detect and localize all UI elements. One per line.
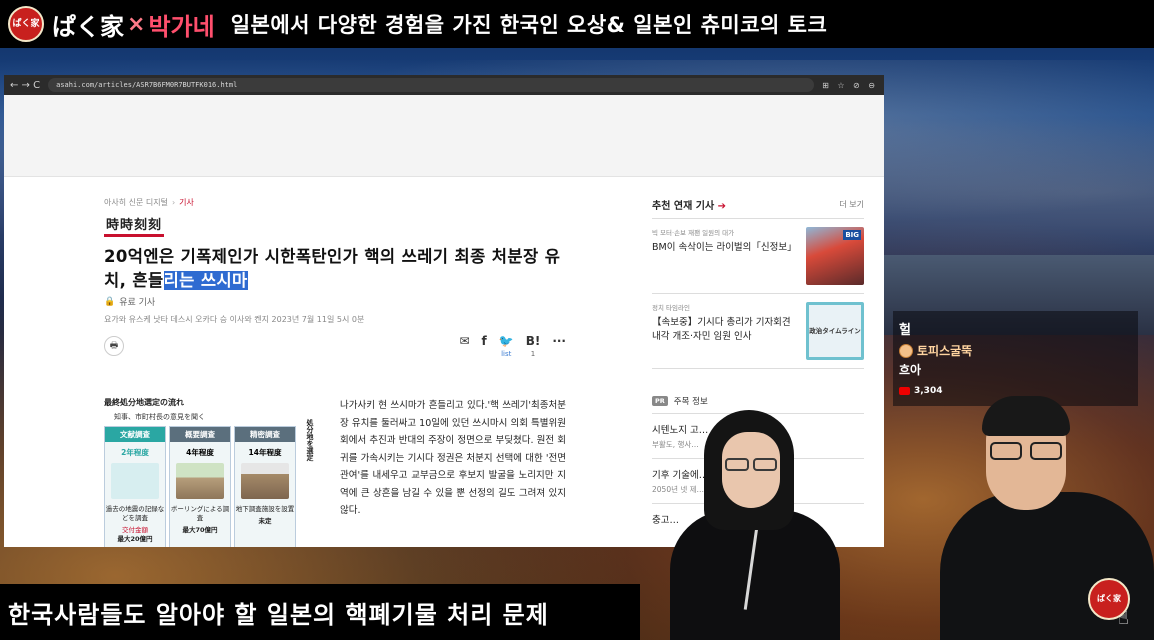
pointer-cursor-icon: ☝	[1118, 608, 1129, 629]
hatena-bookmark-icon[interactable]: B!	[526, 334, 541, 348]
share-row: 🖶 ✉ f 🐦 list B! 1 ···	[104, 334, 566, 358]
chat-message: 흐아	[899, 363, 922, 377]
twitter-share[interactable]: 🐦 list	[499, 334, 514, 358]
chat-username: 토피스굴뚝	[917, 344, 973, 358]
figure-column-cost: 最大70億円	[182, 526, 218, 534]
viewer-count-value: 3,304	[914, 386, 943, 396]
toolbar-icons[interactable]: ⊞ ☆ ⊘ ⊖	[822, 81, 878, 90]
figure-column-head: 概要調査	[170, 427, 230, 442]
figure-column-cost: 未定	[258, 517, 272, 525]
brand-part1: ぱく家	[52, 12, 124, 41]
youtube-icon	[899, 387, 910, 395]
more-icon[interactable]: ···	[552, 334, 566, 348]
print-icon[interactable]: 🖶	[104, 336, 124, 356]
browser-toolbar: ← → C asahi.com/articles/ASR7B6FM0R7BUTF…	[4, 75, 884, 95]
pr-label: 주목 정보	[673, 397, 708, 407]
figure-column-cost: 交付金額 最大20億円	[117, 526, 153, 543]
figure-column-1: 文献調査 2年程度 過去の地震の記録などを調査 交付金額 最大20億円	[104, 426, 166, 547]
chat-user-row: 토피스굴뚝	[899, 342, 1132, 359]
figure-column-desc: 過去の地震の記録などを調査	[105, 505, 165, 522]
figure-side-label: 処分地を選定	[306, 419, 314, 461]
top-banner: ぱく家 ぱく家 × 박가네 일본에서 다양한 경험을 가진 한국인 오상& 일본…	[0, 0, 1154, 48]
pr-badge: PR	[652, 396, 668, 406]
channel-logo: ぱく家	[8, 6, 44, 42]
breadcrumb: 아사히 신문 디지털 › 기사	[104, 198, 194, 207]
figure-column-3: 精密調査 14年程度 地下調査施設を設置 未定	[234, 426, 296, 547]
figure-column-2: 概要調査 4年程度 ボーリングによる調査 最大70億円	[169, 426, 231, 547]
live-chat-overlay: 헐 토피스굴뚝 흐아 3,304	[893, 311, 1138, 406]
brand-title: ぱく家 × 박가네	[52, 7, 215, 42]
series-logo[interactable]: 時時刻刻	[104, 214, 165, 237]
sidebar-header: 추천 연재 기사 ➔ 더 보기	[652, 197, 864, 219]
viewer-count: 3,304	[899, 386, 1132, 396]
hatena-count: 1	[530, 350, 536, 358]
article: 아사히 신문 디지털 › 기사 時時刻刻 20억엔은 기폭제인가 시한폭탄인가 핵의…	[104, 197, 566, 547]
chat-message: 헐	[899, 323, 911, 338]
brand-part2: 박가네	[148, 12, 215, 41]
boring-illustration	[176, 463, 224, 499]
banner-subtitle: 일본에서 다양한 경험을 가진 한국인 오상& 일본인 츄미코의 토크	[230, 13, 828, 37]
figure-column-head: 精密調査	[235, 427, 295, 442]
figure-title: 最終処分地選定の流れ	[104, 398, 184, 407]
caption-text: 한국사람들도 알아야 할 일본의 핵폐기물 처리 문제	[8, 600, 549, 629]
figure-column-years: 14年程度	[248, 448, 282, 457]
nav-buttons[interactable]: ← → C	[10, 80, 40, 91]
figure-column-years: 2年程度	[121, 448, 149, 457]
headline-selected-text: 리는 쓰시마	[163, 271, 248, 290]
user-avatar	[899, 343, 913, 358]
sidebar-item-headline[interactable]: BM이 속삭이는 라이벌의「신정보」	[652, 241, 798, 255]
breadcrumb-current[interactable]: 기사	[179, 198, 194, 207]
documents-illustration	[111, 463, 159, 499]
figure-column-head: 文献調査	[105, 427, 165, 442]
sidebar-item[interactable]: 정치 타임라인 【속보중】기시다 총리가 기자회견 내각 개조·자민 임원 인사…	[652, 294, 864, 369]
sidebar-item-kicker: 빅 모터·손보 재팬 일원의 대가	[652, 229, 735, 237]
share-icons: ✉ f 🐦 list B! 1 ···	[459, 334, 566, 358]
thumbnail-sign: BIG	[843, 230, 861, 240]
chevron-right-icon: ➔	[717, 201, 727, 212]
sidebar-thumbnail[interactable]: 政治タイムライン	[806, 302, 864, 360]
figure-cost-label: 交付金額	[121, 526, 148, 534]
twitter-icon[interactable]: 🐦	[499, 334, 514, 348]
sidebar-title[interactable]: 추천 연재 기사 ➔	[652, 197, 726, 212]
subtitle-caption: 한국사람들도 알아야 할 일본의 핵폐기물 처리 문제	[0, 584, 640, 640]
brand-x: ×	[127, 11, 146, 37]
mail-icon[interactable]: ✉	[459, 334, 469, 348]
figure-note: 知事、市町村長の意見を聞く	[114, 413, 205, 421]
sidebar-item-headline[interactable]: 【속보중】기시다 총리가 기자회견 내각 개조·자민 임원 인사	[652, 316, 798, 344]
sidebar-thumbnail[interactable]: BIG	[806, 227, 864, 285]
figure-column-desc: ボーリングによる調査	[170, 505, 230, 522]
glasses	[722, 458, 780, 472]
facebook-icon[interactable]: f	[482, 334, 487, 348]
twitter-list-link[interactable]: list	[501, 350, 511, 358]
more-link[interactable]: 더 보기	[839, 199, 864, 210]
article-body: 나가사키 현 쓰시마가 흔들리고 있다.'핵 쓰레기'최종처분장 유치를 둘러싸…	[340, 400, 566, 516]
breadcrumb-home[interactable]: 아사히 신문 디지털	[104, 198, 168, 207]
sidebar-item-kicker: 정치 타임라인	[652, 304, 690, 312]
hatena-share[interactable]: B! 1	[526, 334, 541, 358]
paid-article-label: 🔒 유료 기사	[104, 295, 566, 309]
lock-icon: 🔒	[104, 296, 116, 307]
underground-facility-illustration	[241, 463, 289, 499]
paid-label-text: 유료 기사	[119, 298, 156, 308]
figure-column-years: 4年程度	[186, 448, 214, 457]
host-woman	[664, 410, 846, 640]
figure-column-desc: 地下調査施設を設置	[235, 505, 295, 513]
figure-columns: 文献調査 2年程度 過去の地震の記録などを調査 交付金額 最大20億円 概要調査 …	[104, 426, 304, 547]
article-headline: 20억엔은 기폭제인가 시한폭탄인가 핵의 쓰레기 최종 처분장 유치, 흔들리…	[104, 245, 566, 293]
glasses	[986, 442, 1066, 462]
byline: 요가와 유스케 낫타 데스시 오카다 승 이사와 켄지 2023년 7월 11일…	[104, 315, 365, 324]
address-bar[interactable]: asahi.com/articles/ASR7B6FM0R7BUTFK016.h…	[48, 78, 815, 92]
ad-banner-area	[4, 95, 884, 177]
sidebar-item[interactable]: 빅 모터·손보 재팬 일원의 대가 BM이 속삭이는 라이벌의「신정보」 BIG	[652, 219, 864, 294]
article-figure[interactable]: 最終処分地選定の流れ 知事、市町村長の意見を聞く 文献調査 2年程度 過去の地震…	[104, 397, 314, 547]
